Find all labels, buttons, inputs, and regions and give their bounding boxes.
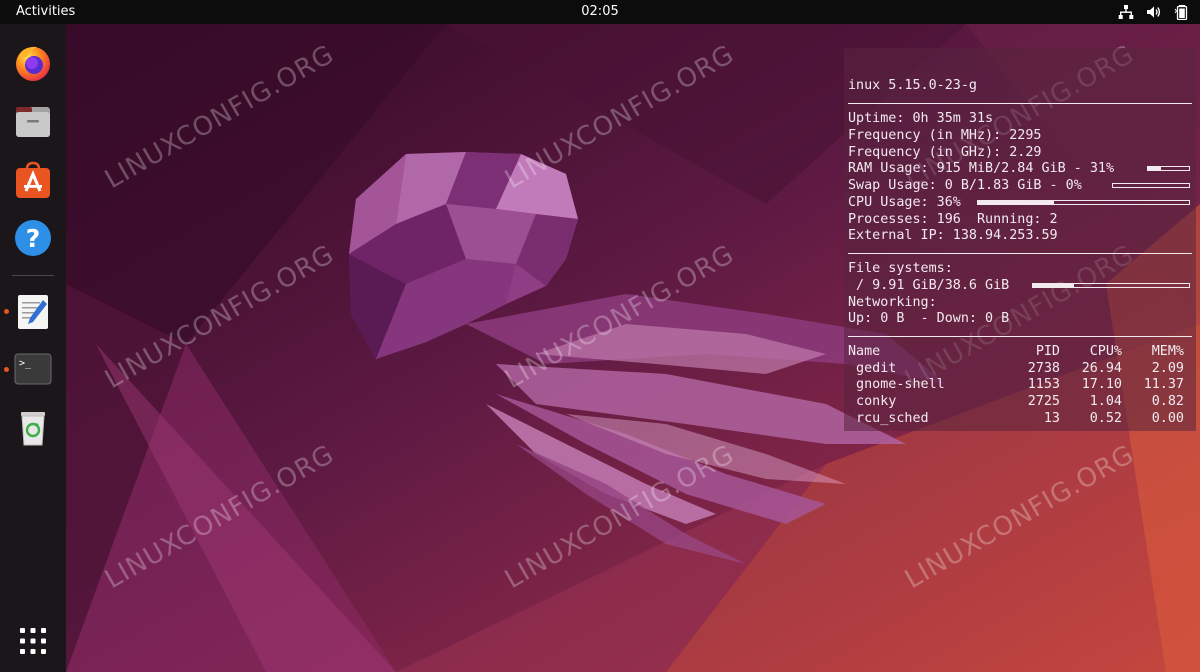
uptime-line: Uptime: 0h 35m 31s — [848, 111, 994, 126]
divider — [848, 103, 1192, 104]
column-header-pid: PID — [1035, 344, 1060, 359]
process-cpu: 0.52 — [1089, 410, 1122, 426]
volume-icon[interactable] — [1146, 4, 1162, 20]
network-traffic-line: Up: 0 B - Down: 0 B — [848, 311, 1010, 326]
table-row: conky 2725 1.04 0.82 — [848, 394, 1184, 411]
files-icon — [16, 107, 50, 137]
dock-separator — [12, 275, 54, 276]
svg-text:?: ? — [26, 224, 41, 253]
process-table: Name PID CPU% MEM% gedit 2738 26.94 2.09… — [848, 344, 1184, 428]
external-ip-line: External IP: 138.94.253.59 — [848, 228, 1058, 243]
dock-item-firefox[interactable] — [10, 40, 56, 86]
app-grid-icon — [20, 628, 46, 654]
frequency-mhz-line: Frequency (in MHz): 2295 — [848, 128, 1042, 143]
table-row: gnome-shell 1153 17.10 11.37 — [848, 377, 1184, 394]
battery-icon[interactable] — [1174, 4, 1190, 20]
running-indicator — [4, 367, 9, 372]
fs-root-bar — [1032, 283, 1190, 288]
running-indicator — [4, 309, 9, 314]
process-pid: 2738 — [1027, 360, 1060, 376]
conky-widget: inux 5.15.0-23-g Uptime: 0h 35m 31s Freq… — [844, 48, 1196, 431]
process-name: conky — [848, 394, 897, 410]
dock: ? >_ — [0, 24, 66, 672]
table-row: rcu_sched 13 0.52 0.00 — [848, 411, 1184, 428]
process-cpu: 26.94 — [1081, 360, 1122, 376]
process-mem: 0.00 — [1151, 410, 1184, 426]
process-mem: 11.37 — [1143, 377, 1184, 393]
column-header-name: Name — [848, 344, 881, 359]
system-tray[interactable] — [1118, 3, 1190, 21]
column-header-cpu: CPU% — [1089, 344, 1122, 359]
processes-line: Processes: 196 Running: 2 — [848, 212, 1058, 227]
ram-usage-bar-fill — [1148, 167, 1161, 170]
network-wired-icon[interactable] — [1118, 4, 1134, 20]
swap-usage-line: Swap Usage: 0 B/1.83 GiB - 0% — [848, 178, 1082, 193]
dock-item-text-editor[interactable] — [10, 289, 56, 335]
divider — [848, 336, 1192, 337]
cpu-usage-bar-fill — [978, 201, 1054, 204]
process-name: rcu_sched — [848, 410, 929, 426]
software-store-icon — [16, 161, 50, 198]
process-name: gedit — [848, 360, 897, 376]
terminal-icon: >_ — [14, 353, 52, 385]
dock-item-trash[interactable] — [10, 405, 56, 451]
clock[interactable]: 02:05 — [0, 4, 1200, 20]
file-systems-header: File systems: — [848, 261, 953, 276]
column-header-mem: MEM% — [1151, 344, 1184, 359]
trash-icon — [21, 412, 45, 446]
dock-item-files[interactable] — [10, 99, 56, 145]
ram-usage-line: RAM Usage: 915 MiB/2.84 GiB - 31% — [848, 161, 1115, 176]
process-pid: 2725 — [1027, 394, 1060, 410]
process-pid: 13 — [1043, 410, 1060, 426]
top-bar: Activities 02:05 — [0, 0, 1200, 24]
text-editor-icon — [18, 295, 48, 329]
process-name: gnome-shell — [848, 377, 945, 393]
process-cpu: 17.10 — [1081, 377, 1122, 393]
dock-item-help[interactable]: ? — [10, 215, 56, 261]
process-cpu: 1.04 — [1089, 394, 1122, 410]
fs-root-bar-fill — [1033, 284, 1074, 287]
kernel-line: inux 5.15.0-23-g — [848, 78, 977, 93]
process-mem: 2.09 — [1151, 360, 1184, 376]
dock-item-terminal[interactable]: >_ — [10, 346, 56, 392]
fs-root-line: / 9.91 GiB/38.6 GiB — [848, 278, 1010, 293]
frequency-ghz-line: Frequency (in GHz): 2.29 — [848, 145, 1042, 160]
cpu-usage-bar — [977, 200, 1190, 205]
divider — [848, 253, 1192, 254]
firefox-icon — [16, 46, 50, 81]
process-pid: 1153 — [1027, 377, 1060, 393]
process-mem: 0.82 — [1151, 394, 1184, 410]
svg-text:>_: >_ — [19, 358, 32, 369]
table-header-row: Name PID CPU% MEM% — [848, 344, 1184, 361]
table-row: gedit 2738 26.94 2.09 — [848, 361, 1184, 378]
dock-item-ubuntu-software[interactable] — [10, 157, 56, 203]
networking-header: Networking: — [848, 295, 937, 310]
help-icon: ? — [15, 220, 51, 256]
show-apps-button[interactable] — [10, 618, 56, 664]
desktop[interactable]: LINUXCONFIG.ORG LINUXCONFIG.ORG LINUXCON… — [66, 24, 1200, 672]
swap-usage-bar — [1112, 183, 1190, 188]
cpu-usage-line: CPU Usage: 36% — [848, 195, 961, 210]
ram-usage-bar — [1147, 166, 1190, 171]
